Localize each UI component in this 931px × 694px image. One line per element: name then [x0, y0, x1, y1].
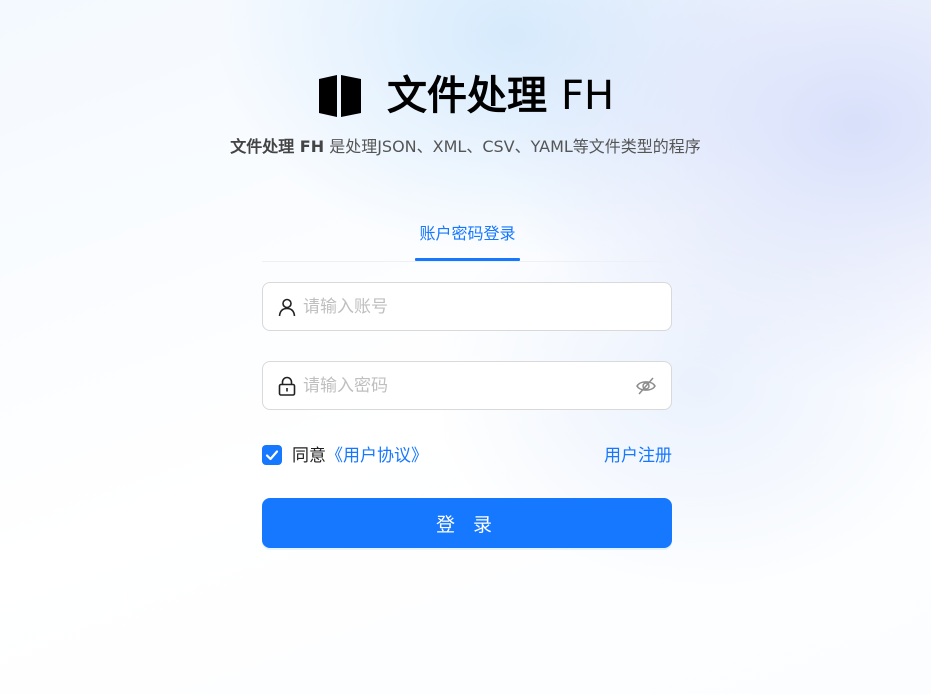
username-field [262, 282, 672, 331]
subtitle-brand: 文件处理 FH [230, 137, 325, 156]
app-header: 文件处理 FH [0, 70, 931, 122]
login-button[interactable]: 登 录 [262, 498, 672, 548]
password-field [262, 361, 672, 410]
eye-invisible-icon[interactable] [635, 375, 657, 397]
agreement-row: 同意《用户协议》 用户注册 [262, 444, 672, 468]
user-agreement-link[interactable]: 《用户协议》 [326, 446, 428, 466]
login-tabs: 账户密码登录 [262, 215, 672, 262]
tab-account-password-login[interactable]: 账户密码登录 [415, 215, 520, 261]
agree-checkbox[interactable] [262, 445, 282, 465]
login-form: 账户密码登录 同意《用户协议》 用户注册 登 录 [262, 215, 672, 548]
user-icon [278, 298, 296, 316]
register-link[interactable]: 用户注册 [604, 444, 672, 468]
check-icon [265, 450, 279, 461]
page-subtitle: 文件处理 FH 是处理JSON、XML、CSV、YAML等文件类型的程序 [0, 133, 931, 157]
lock-icon [278, 376, 296, 396]
password-input[interactable] [303, 375, 635, 396]
username-input[interactable] [303, 296, 671, 317]
title-en: FH [560, 73, 615, 119]
page-title: 文件处理 FH [387, 70, 614, 122]
book-open-icon [318, 75, 361, 117]
agree-prefix: 同意 [292, 446, 326, 466]
title-cn: 文件处理 [386, 73, 547, 119]
subtitle-text: 是处理JSON、XML、CSV、YAML等文件类型的程序 [324, 137, 701, 156]
agree-label: 同意《用户协议》 [292, 444, 428, 468]
